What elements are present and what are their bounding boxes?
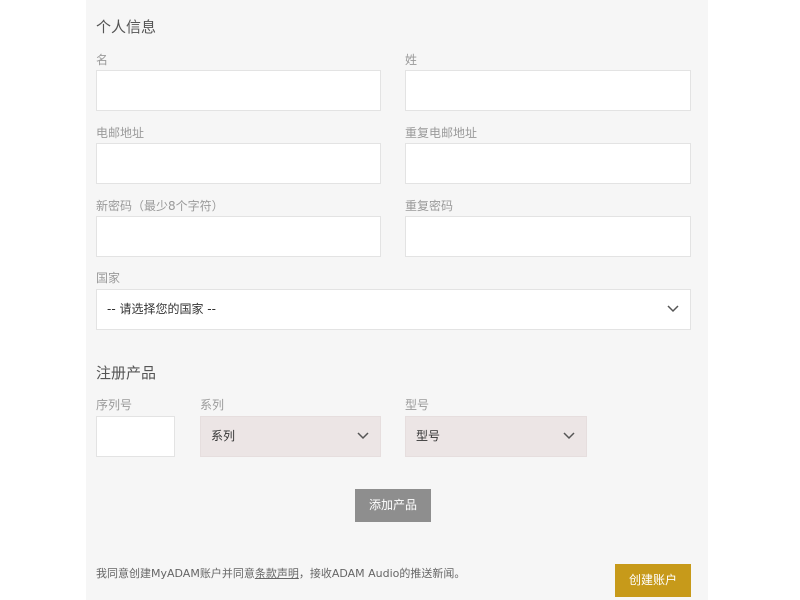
new-password-input[interactable] bbox=[96, 216, 381, 257]
serial-label: 序列号 bbox=[96, 398, 133, 412]
consent-suffix: ，接收ADAM Audio的推送新闻。 bbox=[298, 567, 466, 580]
add-product-button[interactable]: 添加产品 bbox=[355, 489, 431, 522]
series-select[interactable]: 系列 bbox=[200, 416, 381, 457]
repeat-email-label: 重复电邮地址 bbox=[405, 126, 478, 140]
section-title-register-product: 注册产品 bbox=[96, 364, 157, 382]
create-account-button[interactable]: 创建账户 bbox=[615, 564, 691, 597]
first-name-label: 名 bbox=[96, 53, 109, 67]
country-label: 国家 bbox=[96, 271, 121, 285]
consent-text: 我同意创建MyADAM账户并同意条款声明，接收ADAM Audio的推送新闻。 bbox=[96, 565, 465, 581]
repeat-email-input[interactable] bbox=[405, 143, 691, 184]
model-select[interactable]: 型号 bbox=[405, 416, 587, 457]
section-title-personal-info: 个人信息 bbox=[96, 18, 157, 36]
country-select-value: -- 请选择您的国家 -- bbox=[107, 302, 216, 316]
chevron-down-icon bbox=[667, 305, 679, 313]
model-label: 型号 bbox=[405, 398, 430, 412]
serial-input[interactable] bbox=[96, 416, 175, 457]
repeat-password-input[interactable] bbox=[405, 216, 691, 257]
last-name-label: 姓 bbox=[405, 53, 418, 67]
model-select-value: 型号 bbox=[416, 429, 441, 443]
terms-link[interactable]: 条款声明 bbox=[255, 567, 299, 580]
email-input[interactable] bbox=[96, 143, 381, 184]
chevron-down-icon bbox=[563, 432, 575, 440]
series-select-value: 系列 bbox=[211, 429, 236, 443]
chevron-down-icon bbox=[357, 432, 369, 440]
first-name-input[interactable] bbox=[96, 70, 381, 111]
email-label: 电邮地址 bbox=[96, 126, 145, 140]
consent-prefix: 我同意创建MyADAM账户并同意 bbox=[96, 567, 255, 580]
repeat-password-label: 重复密码 bbox=[405, 199, 454, 213]
new-password-label: 新密码（最少8个字符） bbox=[96, 199, 224, 213]
last-name-input[interactable] bbox=[405, 70, 691, 111]
country-select[interactable]: -- 请选择您的国家 -- bbox=[96, 289, 691, 330]
series-label: 系列 bbox=[200, 398, 225, 412]
